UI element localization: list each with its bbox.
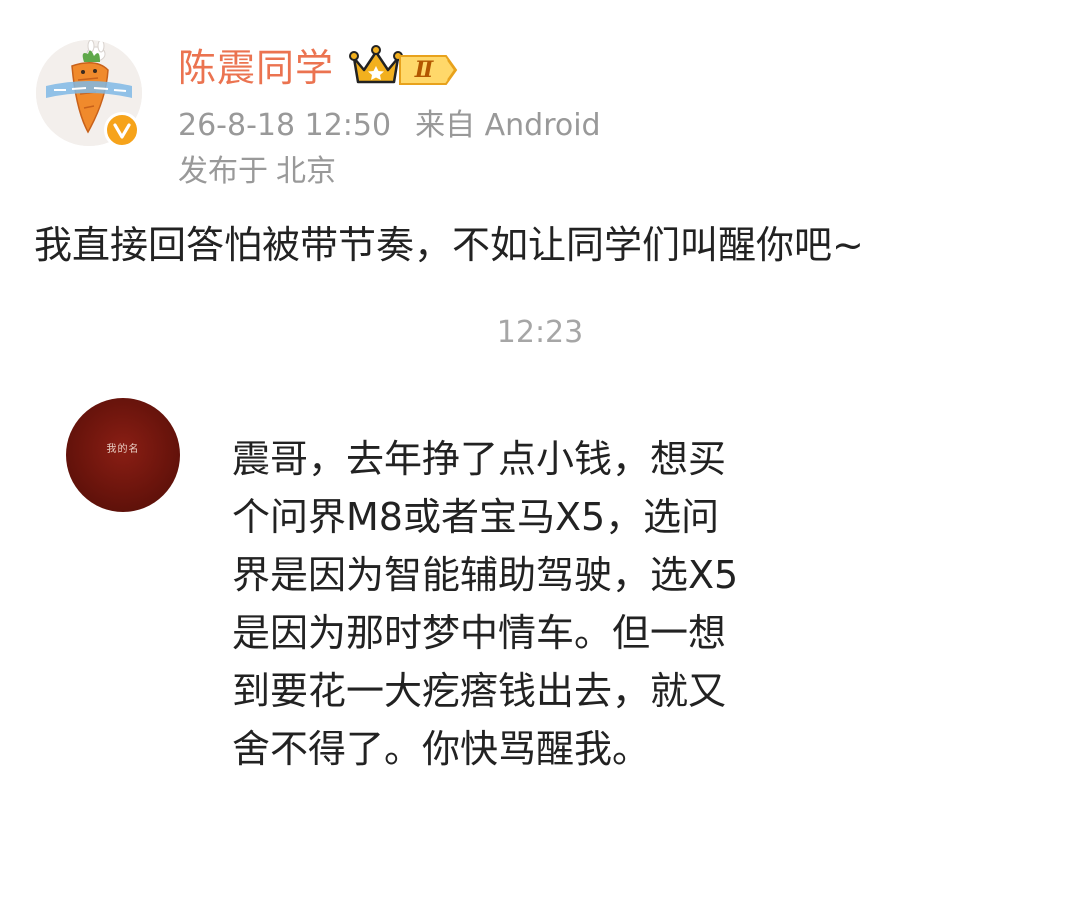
post-text: 我直接回答怕被带节奏，不如让同学们叫醒你吧~ (34, 223, 864, 267)
message-line: 是因为那时梦中情车。但一想 (232, 611, 727, 655)
level-badge: Ⅱ (414, 57, 434, 83)
post-meta: 26-8-18 12:50 来自 Android (178, 106, 601, 146)
sender-avatar-signature: 我的名 (106, 444, 140, 455)
message-line: 舍不得了。你快骂醒我。 (232, 727, 651, 771)
message-line: 震哥，去年挣了点小钱，想买 (232, 437, 727, 481)
location-city: 北京 (276, 154, 336, 189)
message-line: 界是因为智能辅助驾驶，选X5 (232, 553, 739, 597)
message-line: 个问界M8或者宝马X5，选问 (232, 495, 720, 539)
post-source: 来自 Android (415, 108, 601, 143)
verified-v-icon (104, 112, 140, 148)
crown-icon (349, 45, 403, 84)
post-time: 26-8-18 12:50 (178, 108, 392, 143)
chat-timestamp: 12:23 (496, 315, 584, 350)
location-prefix: 发布于 (178, 154, 268, 189)
author-name[interactable]: 陈震同学 (178, 42, 334, 94)
message-line: 到要花一大疙瘩钱出去，就又 (232, 669, 727, 713)
sender-avatar: 我的名 (66, 398, 180, 512)
chat-message: 震哥，去年挣了点小钱，想买 个问界M8或者宝马X5，选问 界是因为智能辅助驾驶，… (232, 430, 832, 778)
post-location: 发布于 北京 (178, 152, 336, 192)
